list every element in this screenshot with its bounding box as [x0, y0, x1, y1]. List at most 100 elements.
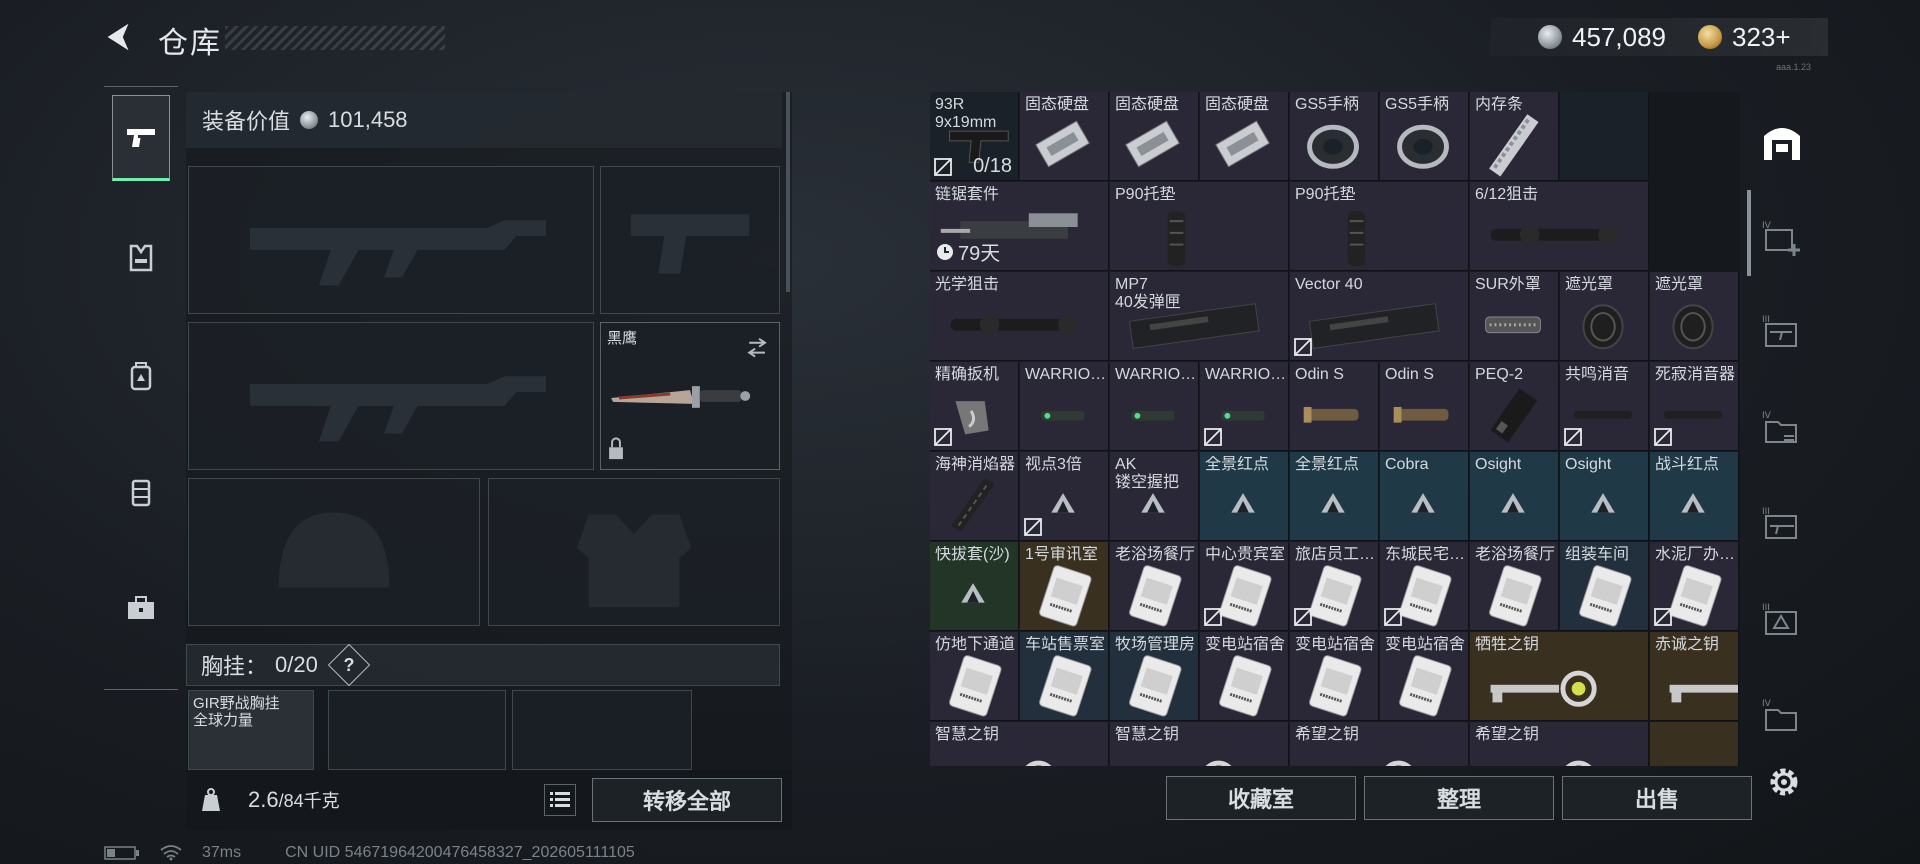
storage-item[interactable]: 1号审讯室 — [1020, 542, 1109, 631]
wifi-icon — [160, 845, 182, 861]
tab-storage-iii-a[interactable]: III — [1756, 302, 1808, 362]
storage-item[interactable]: 水泥厂办… — [1650, 542, 1739, 631]
storage-item[interactable]: 遮光罩 — [1650, 272, 1739, 361]
storage-item[interactable]: 老浴场餐厅 — [1470, 542, 1559, 631]
storage-item[interactable]: 视点3倍 — [1020, 452, 1109, 541]
storage-item[interactable]: WARRIO… — [1020, 362, 1109, 451]
body-armor-slot[interactable] — [488, 478, 780, 626]
chest-rig-slot[interactable] — [328, 690, 506, 770]
storage-item[interactable]: P90托垫 — [1290, 182, 1469, 271]
chest-rig-item[interactable]: GIR野战胸挂 全球力量 — [188, 690, 314, 770]
back-button[interactable] — [100, 18, 140, 58]
storage-item[interactable]: Odin S — [1290, 362, 1379, 451]
storage-item[interactable]: 车站售票室 — [1020, 632, 1109, 721]
tab-storage-iv-b[interactable]: IV — [1756, 398, 1808, 458]
collection-room-button[interactable]: 收藏室 — [1166, 776, 1356, 820]
storage-item[interactable]: 内存条 — [1470, 92, 1559, 181]
tab-armor[interactable] — [112, 215, 170, 301]
storage-item[interactable]: 海神消焰器 — [930, 452, 1019, 541]
tab-storage-iv-c[interactable]: IV — [1756, 686, 1808, 746]
storage-item[interactable] — [1560, 92, 1649, 181]
storage-item[interactable]: 组装车间 — [1560, 542, 1649, 631]
storage-item[interactable]: 光学狙击 — [930, 272, 1109, 361]
storage-item[interactable]: 全景红点 — [1200, 452, 1289, 541]
storage-item[interactable]: 老浴场餐厅 — [1110, 542, 1199, 631]
storage-item[interactable]: 遮光罩 — [1560, 272, 1649, 361]
storage-item[interactable]: 中心贵宾室 — [1200, 542, 1289, 631]
storage-item[interactable]: 智慧之钥 — [1110, 722, 1289, 766]
melee-slot[interactable]: 黑鹰 — [600, 322, 780, 470]
item-name: 变电站宿舍 — [1205, 636, 1286, 653]
storage-item[interactable]: WARRIO… — [1110, 362, 1199, 451]
ammo-count: 0/18 — [973, 155, 1012, 177]
storage-item[interactable]: 仿地下通道 — [930, 632, 1019, 721]
storage-item[interactable]: Osight — [1560, 452, 1649, 541]
rifle-silhouette-icon — [249, 376, 546, 442]
primary-weapon-slot-2[interactable] — [188, 322, 594, 470]
tab-storage-iii-b[interactable]: III — [1756, 494, 1808, 554]
storage-item[interactable]: 精确扳机 — [930, 362, 1019, 451]
storage-item[interactable]: Osight — [1470, 452, 1559, 541]
item-name: P90托垫 — [1295, 186, 1356, 203]
storage-item[interactable]: 链锯套件 79天 — [930, 182, 1109, 271]
storage-item[interactable]: 93R 9x19mm 0/18 — [930, 92, 1019, 181]
storage-item[interactable]: GS5手柄 — [1380, 92, 1469, 181]
sell-button[interactable]: 出售 — [1562, 776, 1752, 820]
tab-storage-iv-add[interactable]: IV — [1756, 208, 1808, 268]
storage-item[interactable]: MP7 40发弹匣 — [1110, 272, 1289, 361]
settings-button[interactable] — [1764, 762, 1804, 802]
transfer-all-button[interactable]: 转移全部 — [592, 778, 782, 822]
storage-item[interactable]: 共鸣消音 — [1560, 362, 1649, 451]
storage-item[interactable]: 变电站宿舍 — [1290, 632, 1379, 721]
storage-item[interactable]: P90托垫 — [1110, 182, 1289, 271]
storage-item[interactable]: SUR外罩 — [1470, 272, 1559, 361]
storage-item[interactable]: 希望之钥 — [1290, 722, 1469, 766]
storage-item[interactable]: 旅店员工… — [1290, 542, 1379, 631]
storage-item[interactable]: 变电站宿舍 — [1200, 632, 1289, 721]
storage-item[interactable]: PEQ-2 — [1470, 362, 1559, 451]
storage-scrollbar[interactable] — [1747, 190, 1751, 276]
storage-item[interactable]: 牺牲之钥 — [1470, 632, 1649, 721]
storage-item[interactable]: 战斗红点 — [1650, 452, 1739, 541]
storage-item[interactable]: 固态硬盘 — [1110, 92, 1199, 181]
storage-item[interactable]: Odin S — [1380, 362, 1469, 451]
storage-item[interactable]: WARRIO… — [1200, 362, 1289, 451]
silver-coin-icon — [300, 111, 319, 129]
vest-icon — [129, 244, 153, 272]
storage-item[interactable]: 6/12狙击 — [1470, 182, 1649, 271]
tab-weapons[interactable] — [112, 95, 170, 181]
storage-item[interactable]: 赤诚之钥 — [1650, 632, 1739, 721]
storage-item[interactable]: Cobra — [1380, 452, 1469, 541]
storage-item[interactable]: 固态硬盘 — [1200, 92, 1289, 181]
storage-item[interactable]: 死寂消音器 — [1650, 362, 1739, 451]
svg-text:IV: IV — [1762, 411, 1772, 421]
storage-weapon-icon: III — [1762, 315, 1797, 347]
help-button[interactable]: ? — [327, 643, 371, 687]
storage-item[interactable]: Vector 40 — [1290, 272, 1469, 361]
gold-amount[interactable]: 323+ — [1732, 22, 1791, 53]
storage-item[interactable]: 希望之钥 — [1470, 722, 1649, 766]
tab-backpack[interactable] — [112, 333, 170, 419]
storage-item[interactable]: 东城民宅… — [1380, 542, 1469, 631]
list-view-button[interactable] — [544, 784, 576, 816]
storage-item[interactable]: 变电站宿舍 — [1380, 632, 1469, 721]
loadout-scrollbar[interactable] — [786, 92, 790, 292]
secondary-weapon-slot[interactable] — [600, 166, 780, 314]
storage-item[interactable]: 固态硬盘 — [1020, 92, 1109, 181]
chest-rig-slot[interactable] — [512, 690, 692, 770]
storage-item[interactable]: 快拔套(沙) — [930, 542, 1019, 631]
tab-container[interactable] — [112, 449, 170, 535]
sort-button[interactable]: 整理 — [1364, 776, 1554, 820]
storage-item[interactable]: GS5手柄 — [1290, 92, 1379, 181]
storage-item[interactable] — [1650, 722, 1739, 766]
helmet-silhouette-icon — [278, 512, 390, 588]
helmet-slot[interactable] — [188, 478, 480, 626]
tab-all-storage[interactable] — [1756, 112, 1808, 172]
storage-item[interactable]: AK 镂空握把 — [1110, 452, 1199, 541]
tab-storage-iii-c[interactable]: III — [1756, 590, 1808, 650]
tab-tools[interactable] — [112, 565, 170, 651]
storage-item[interactable]: 牧场管理房 — [1110, 632, 1199, 721]
storage-item[interactable]: 智慧之钥 — [930, 722, 1109, 766]
primary-weapon-slot[interactable] — [188, 166, 594, 314]
storage-item[interactable]: 全景红点 — [1290, 452, 1379, 541]
